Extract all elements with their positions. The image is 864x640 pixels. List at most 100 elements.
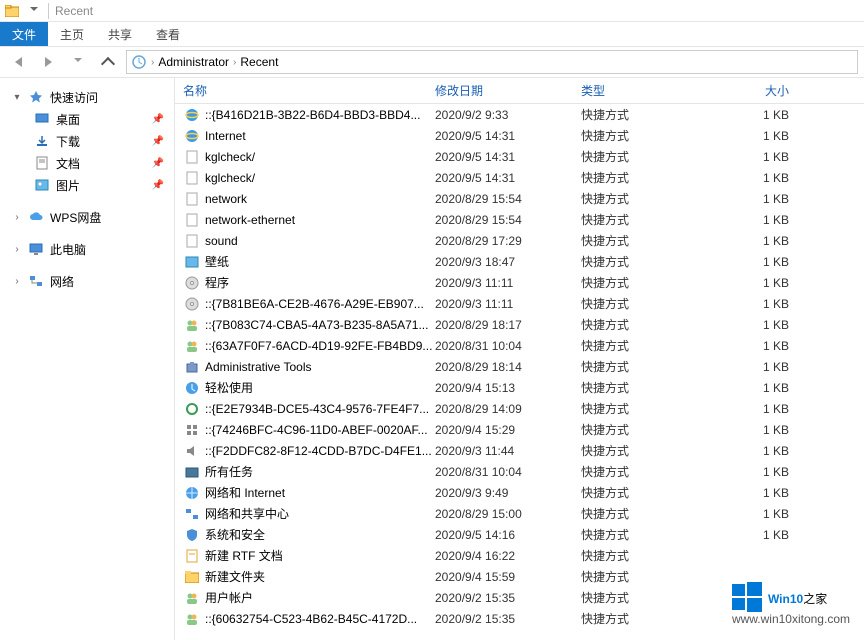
file-size: 1 KB bbox=[729, 486, 789, 500]
crumb-administrator[interactable]: Administrator bbox=[158, 55, 229, 69]
sidebar-item-network[interactable]: › 网络 bbox=[0, 270, 174, 292]
table-row[interactable]: 壁纸2020/9/3 18:47快捷方式1 KB bbox=[175, 251, 864, 272]
address-bar: › Administrator › Recent bbox=[0, 46, 864, 78]
recent-icon bbox=[131, 54, 147, 70]
file-type: 快捷方式 bbox=[581, 505, 729, 522]
sidebar-item-pictures[interactable]: 图片 📌 bbox=[0, 174, 174, 196]
desktop-icon bbox=[34, 111, 50, 127]
file-icon bbox=[183, 170, 201, 186]
file-type: 快捷方式 bbox=[581, 421, 729, 438]
file-name: network bbox=[205, 192, 435, 206]
table-row[interactable]: ::{B416D21B-3B22-B6D4-BBD3-BBD4...2020/9… bbox=[175, 104, 864, 125]
file-type: 快捷方式 bbox=[581, 274, 729, 291]
file-size: 1 KB bbox=[729, 255, 789, 269]
table-row[interactable]: ::{7B083C74-CBA5-4A73-B235-8A5A71...2020… bbox=[175, 314, 864, 335]
sidebar-item-documents[interactable]: 文档 📌 bbox=[0, 152, 174, 174]
file-type: 快捷方式 bbox=[581, 589, 729, 606]
sidebar-item-desktop[interactable]: 桌面 📌 bbox=[0, 108, 174, 130]
forward-button[interactable] bbox=[36, 50, 60, 74]
file-type: 快捷方式 bbox=[581, 316, 729, 333]
table-row[interactable]: kglcheck/2020/9/5 14:31快捷方式1 KB bbox=[175, 167, 864, 188]
watermark-url: www.win10xitong.com bbox=[732, 612, 850, 626]
table-row[interactable]: ::{74246BFC-4C96-11D0-ABEF-0020AF...2020… bbox=[175, 419, 864, 440]
table-row[interactable]: 新建 RTF 文档2020/9/4 16:22快捷方式 bbox=[175, 545, 864, 566]
sidebar-item-quick-access[interactable]: ▾ 快速访问 bbox=[0, 86, 174, 108]
pictures-icon bbox=[34, 177, 50, 193]
table-row[interactable]: ::{E2E7934B-DCE5-43C4-9576-7FE4F7...2020… bbox=[175, 398, 864, 419]
col-name[interactable]: 名称 bbox=[183, 82, 435, 99]
file-type: 快捷方式 bbox=[581, 106, 729, 123]
sidebar-item-wps[interactable]: › WPS网盘 bbox=[0, 206, 174, 228]
file-date: 2020/8/31 10:04 bbox=[435, 339, 581, 353]
table-row[interactable]: ::{63A7F0F7-6ACD-4D19-92FE-FB4BD9...2020… bbox=[175, 335, 864, 356]
ctrl-icon bbox=[183, 422, 201, 438]
table-row[interactable]: network2020/8/29 15:54快捷方式1 KB bbox=[175, 188, 864, 209]
table-row[interactable]: kglcheck/2020/9/5 14:31快捷方式1 KB bbox=[175, 146, 864, 167]
chevron-right-icon: › bbox=[151, 57, 154, 68]
sidebar-label: 下载 bbox=[56, 133, 80, 150]
recent-locations-button[interactable] bbox=[66, 50, 90, 74]
table-row[interactable]: Internet2020/9/5 14:31快捷方式1 KB bbox=[175, 125, 864, 146]
file-type: 快捷方式 bbox=[581, 442, 729, 459]
back-button[interactable] bbox=[6, 50, 30, 74]
table-row[interactable]: ::{7B81BE6A-CE2B-4676-A29E-EB907...2020/… bbox=[175, 293, 864, 314]
up-button[interactable] bbox=[96, 50, 120, 74]
users-icon bbox=[183, 590, 201, 606]
col-date[interactable]: 修改日期 bbox=[435, 82, 581, 99]
file-size: 1 KB bbox=[729, 129, 789, 143]
chevron-right-icon[interactable]: › bbox=[12, 212, 22, 223]
tools-icon bbox=[183, 359, 201, 375]
file-type: 快捷方式 bbox=[581, 211, 729, 228]
tab-share[interactable]: 共享 bbox=[96, 22, 144, 46]
users-icon bbox=[183, 611, 201, 627]
chevron-right-icon[interactable]: › bbox=[12, 276, 22, 287]
file-name: 新建文件夹 bbox=[205, 568, 435, 585]
ie-icon bbox=[183, 128, 201, 144]
cd-icon bbox=[183, 275, 201, 291]
table-row[interactable]: ::{F2DDFC82-8F12-4CDD-B7DC-D4FE1...2020/… bbox=[175, 440, 864, 461]
table-row[interactable]: 系统和安全2020/9/5 14:16快捷方式1 KB bbox=[175, 524, 864, 545]
file-name: kglcheck/ bbox=[205, 150, 435, 164]
chevron-right-icon: › bbox=[233, 57, 236, 68]
breadcrumb[interactable]: › Administrator › Recent bbox=[126, 50, 858, 74]
file-name: 用户帐户 bbox=[205, 589, 435, 606]
table-row[interactable]: 所有任务2020/8/31 10:04快捷方式1 KB bbox=[175, 461, 864, 482]
file-date: 2020/9/3 18:47 bbox=[435, 255, 581, 269]
file-date: 2020/9/3 11:44 bbox=[435, 444, 581, 458]
file-name: kglcheck/ bbox=[205, 171, 435, 185]
file-size: 1 KB bbox=[729, 465, 789, 479]
pin-icon: 📌 bbox=[152, 114, 164, 125]
file-name: sound bbox=[205, 234, 435, 248]
tab-view[interactable]: 查看 bbox=[144, 22, 192, 46]
ie-icon bbox=[183, 107, 201, 123]
file-date: 2020/9/4 15:13 bbox=[435, 381, 581, 395]
table-row[interactable]: 网络和 Internet2020/9/3 9:49快捷方式1 KB bbox=[175, 482, 864, 503]
table-row[interactable]: Administrative Tools2020/8/29 18:14快捷方式1… bbox=[175, 356, 864, 377]
file-name: 程序 bbox=[205, 274, 435, 291]
table-row[interactable]: 程序2020/9/3 11:11快捷方式1 KB bbox=[175, 272, 864, 293]
file-date: 2020/9/5 14:31 bbox=[435, 129, 581, 143]
dropdown-icon[interactable] bbox=[26, 3, 42, 19]
table-row[interactable]: 网络和共享中心2020/8/29 15:00快捷方式1 KB bbox=[175, 503, 864, 524]
tab-file[interactable]: 文件 bbox=[0, 22, 48, 46]
chevron-right-icon[interactable]: › bbox=[12, 244, 22, 255]
ease-icon bbox=[183, 380, 201, 396]
watermark: Win10之家 www.win10xitong.com bbox=[732, 582, 850, 626]
chevron-down-icon[interactable]: ▾ bbox=[12, 92, 22, 103]
table-row[interactable]: 轻松使用2020/9/4 15:13快捷方式1 KB bbox=[175, 377, 864, 398]
col-size[interactable]: 大小 bbox=[729, 82, 789, 99]
file-icon bbox=[183, 149, 201, 165]
network-icon bbox=[28, 273, 44, 289]
sidebar-item-downloads[interactable]: 下载 📌 bbox=[0, 130, 174, 152]
sidebar-item-thispc[interactable]: › 此电脑 bbox=[0, 238, 174, 260]
table-row[interactable]: sound2020/8/29 17:29快捷方式1 KB bbox=[175, 230, 864, 251]
file-name: ::{E2E7934B-DCE5-43C4-9576-7FE4F7... bbox=[205, 402, 435, 416]
file-size: 1 KB bbox=[729, 150, 789, 164]
sync-icon bbox=[183, 401, 201, 417]
file-name: ::{F2DDFC82-8F12-4CDD-B7DC-D4FE1... bbox=[205, 444, 435, 458]
file-date: 2020/9/3 11:11 bbox=[435, 276, 581, 290]
crumb-recent[interactable]: Recent bbox=[240, 55, 278, 69]
tab-home[interactable]: 主页 bbox=[48, 22, 96, 46]
col-type[interactable]: 类型 bbox=[581, 82, 729, 99]
table-row[interactable]: network-ethernet2020/8/29 15:54快捷方式1 KB bbox=[175, 209, 864, 230]
